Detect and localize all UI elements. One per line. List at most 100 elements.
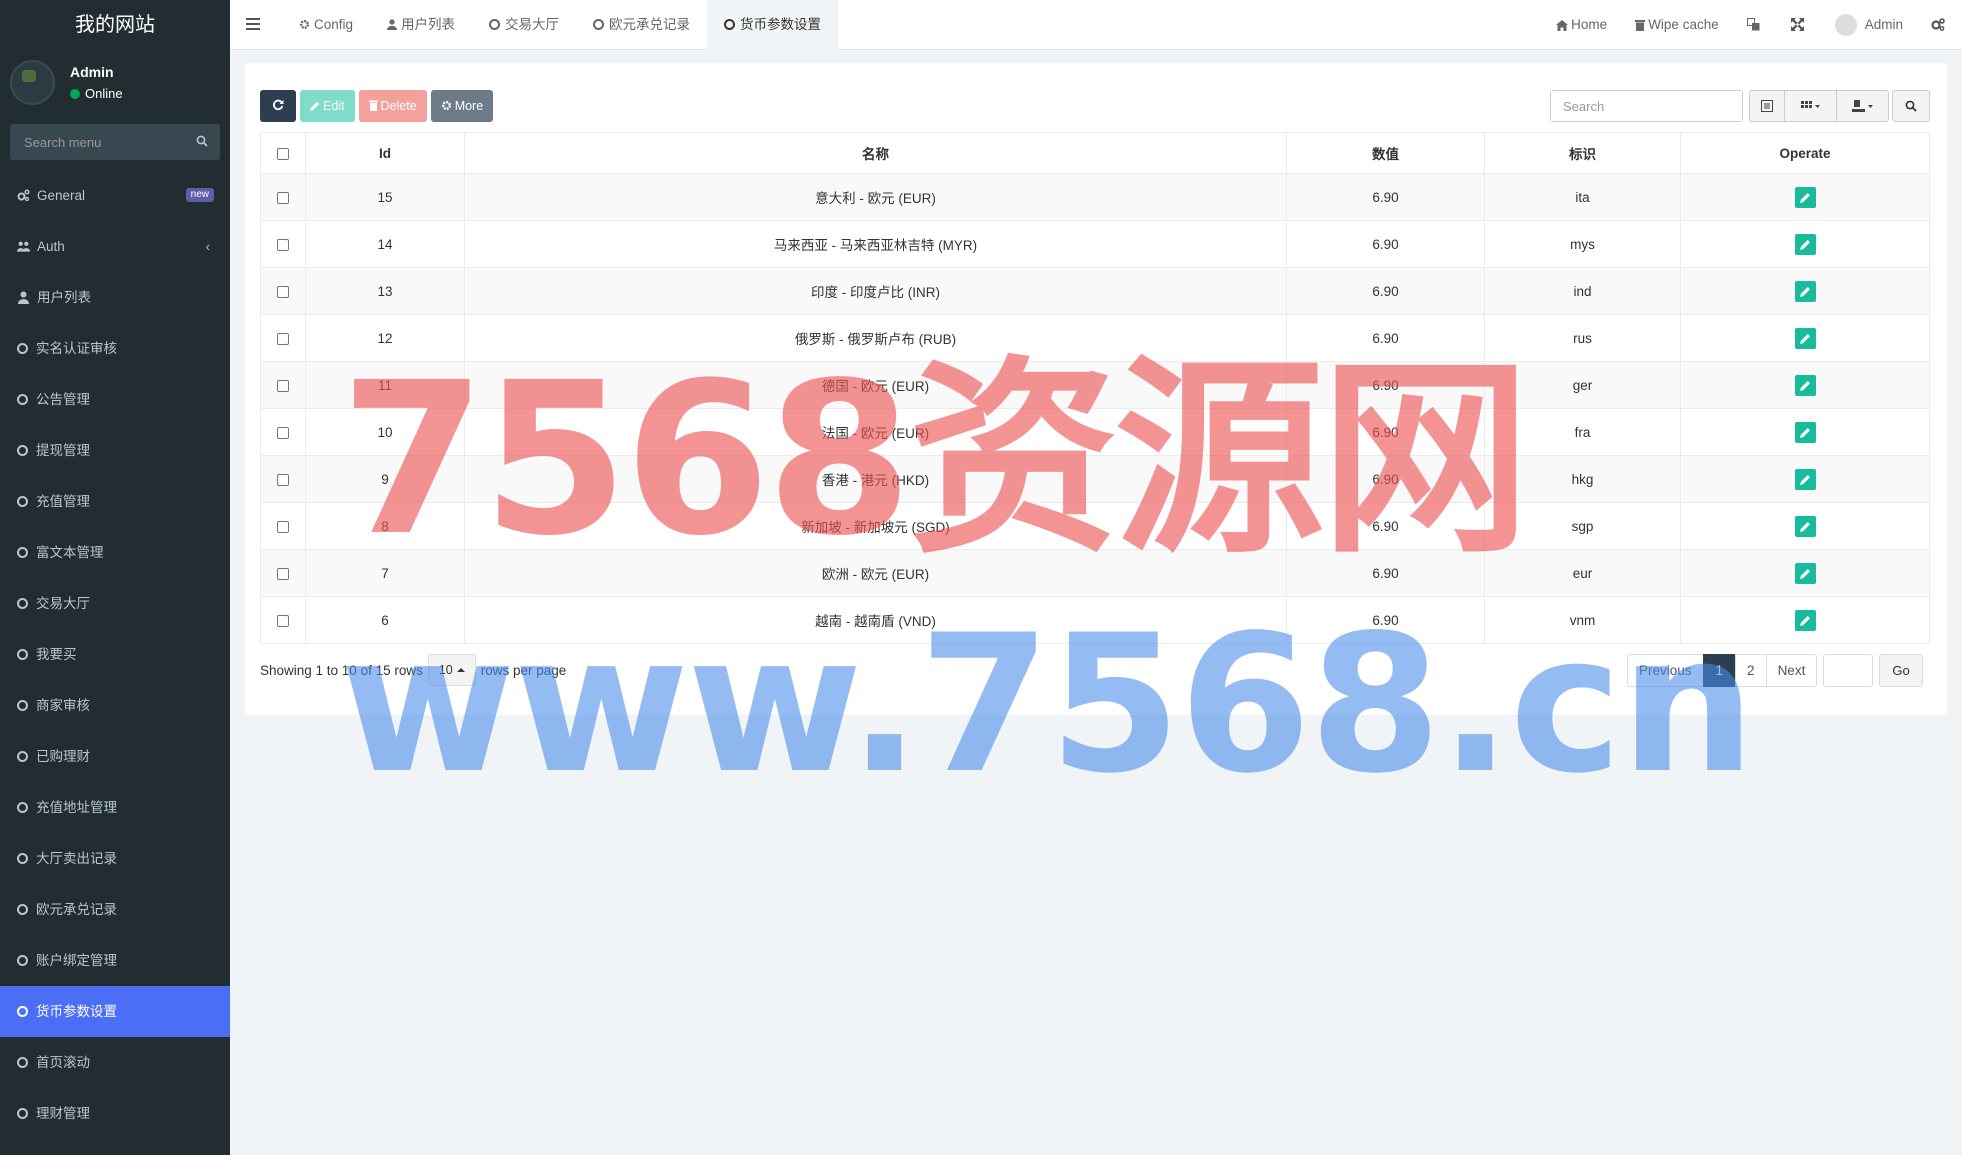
tab-3[interactable]: 交易大厅 bbox=[472, 0, 576, 50]
row-edit-button[interactable] bbox=[1794, 609, 1816, 631]
row-checkbox[interactable] bbox=[277, 426, 289, 439]
row-edit-button[interactable] bbox=[1794, 468, 1816, 490]
sidebar-item-9[interactable]: 交易大厅 bbox=[0, 578, 230, 629]
delete-button[interactable]: Delete bbox=[358, 90, 427, 122]
select-all-checkbox[interactable] bbox=[277, 147, 289, 160]
row-edit-button[interactable] bbox=[1794, 515, 1816, 537]
sidebar-item-8[interactable]: 富文本管理 bbox=[0, 527, 230, 578]
table-row[interactable]: 9 香港 - 港元 (HKD) 6.90 hkg bbox=[260, 455, 1930, 503]
columns-button[interactable] bbox=[1784, 90, 1837, 122]
row-checkbox[interactable] bbox=[277, 520, 289, 533]
table-row[interactable]: 14 马来西亚 - 马来西亚林吉特 (MYR) 6.90 mys bbox=[260, 220, 1930, 268]
row-checkbox[interactable] bbox=[277, 614, 289, 627]
sidebar-item-3[interactable]: 用户列表 bbox=[0, 272, 230, 323]
circle-icon bbox=[724, 19, 736, 30]
pencil-icon bbox=[310, 101, 320, 111]
tab-5[interactable]: 货币参数设置 bbox=[707, 0, 839, 50]
sidebar-item-2[interactable]: Auth ‹ bbox=[0, 221, 230, 272]
row-checkbox[interactable] bbox=[277, 473, 289, 486]
table-row[interactable]: 15 意大利 - 欧元 (EUR) 6.90 ita bbox=[260, 173, 1930, 221]
tab-4[interactable]: 欧元承兑记录 bbox=[576, 0, 707, 50]
goto-page-button[interactable]: Go bbox=[1879, 654, 1923, 687]
sidebar-item-5[interactable]: 公告管理 bbox=[0, 374, 230, 425]
row-checkbox[interactable] bbox=[277, 285, 289, 298]
row-select-cell bbox=[260, 361, 306, 409]
table-row[interactable]: 12 俄罗斯 - 俄罗斯卢布 (RUB) 6.90 rus bbox=[260, 314, 1930, 362]
toggle-view-button[interactable] bbox=[1749, 90, 1785, 122]
edit-button[interactable]: Edit bbox=[300, 90, 355, 122]
sidebar-item-13[interactable]: 充值地址管理 bbox=[0, 782, 230, 833]
table-search-input[interactable] bbox=[1551, 91, 1742, 121]
row-edit-button[interactable] bbox=[1794, 374, 1816, 396]
sidebar-item-18[interactable]: 首页滚动 bbox=[0, 1037, 230, 1088]
sidebar-item-label: 首页滚动 bbox=[36, 1055, 90, 1070]
col-id[interactable]: Id bbox=[305, 132, 465, 174]
table-row[interactable]: 8 新加坡 - 新加坡元 (SGD) 6.90 sgp bbox=[260, 502, 1930, 550]
row-edit-button[interactable] bbox=[1794, 327, 1816, 349]
sidebar-search bbox=[10, 124, 220, 160]
goto-page-input[interactable] bbox=[1823, 654, 1874, 687]
row-edit-button[interactable] bbox=[1794, 562, 1816, 584]
col-value[interactable]: 数值 bbox=[1286, 132, 1485, 174]
table-row[interactable]: 6 越南 - 越南盾 (VND) 6.90 vnm bbox=[260, 596, 1930, 644]
settings-button[interactable] bbox=[1917, 0, 1962, 50]
col-name[interactable]: 名称 bbox=[464, 132, 1287, 174]
sidebar-item-label: Auth bbox=[37, 239, 65, 254]
row-edit-button[interactable] bbox=[1794, 233, 1816, 255]
sidebar-item-16[interactable]: 账户绑定管理 bbox=[0, 935, 230, 986]
refresh-button[interactable] bbox=[260, 90, 296, 122]
advanced-search-button[interactable] bbox=[1892, 90, 1930, 122]
previous-page-button[interactable]: Previous bbox=[1627, 654, 1704, 687]
cell-name: 印度 - 印度卢比 (INR) bbox=[464, 267, 1287, 315]
sidebar-item-7[interactable]: 充值管理 bbox=[0, 476, 230, 527]
cell-value: 6.90 bbox=[1286, 314, 1485, 362]
next-page-button[interactable]: Next bbox=[1765, 654, 1818, 687]
table-row[interactable]: 13 印度 - 印度卢比 (INR) 6.90 ind bbox=[260, 267, 1930, 315]
sidebar-item-6[interactable]: 提现管理 bbox=[0, 425, 230, 476]
cell-value: 6.90 bbox=[1286, 408, 1485, 456]
sidebar-item-label: 提现管理 bbox=[36, 443, 90, 458]
row-edit-button[interactable] bbox=[1794, 421, 1816, 443]
row-checkbox[interactable] bbox=[277, 379, 289, 392]
circle-icon bbox=[17, 1057, 28, 1068]
sidebar-item-11[interactable]: 商家审核 bbox=[0, 680, 230, 731]
sidebar-item-4[interactable]: 实名认证审核 bbox=[0, 323, 230, 374]
row-checkbox[interactable] bbox=[277, 191, 289, 204]
sidebar-item-12[interactable]: 已购理财 bbox=[0, 731, 230, 782]
menu-toggle-icon[interactable] bbox=[246, 18, 260, 30]
showing-text: Showing 1 to 10 of 15 rows bbox=[260, 662, 423, 678]
site-logo[interactable]: 我的网站 bbox=[0, 0, 230, 50]
sidebar-item-19[interactable]: 理财管理 bbox=[0, 1088, 230, 1139]
row-checkbox[interactable] bbox=[277, 567, 289, 580]
page-2-button[interactable]: 2 bbox=[1735, 654, 1767, 687]
row-checkbox[interactable] bbox=[277, 332, 289, 345]
col-code[interactable]: 标识 bbox=[1484, 132, 1681, 174]
wipe-cache-button[interactable]: Wipe cache bbox=[1621, 0, 1733, 50]
page-size-select[interactable]: 10 bbox=[427, 654, 476, 686]
admin-menu[interactable]: Admin bbox=[1821, 0, 1917, 50]
row-checkbox[interactable] bbox=[277, 238, 289, 251]
row-edit-button[interactable] bbox=[1794, 280, 1816, 302]
sidebar-item-15[interactable]: 欧元承兑记录 bbox=[0, 884, 230, 935]
sidebar-item-1[interactable]: General new bbox=[0, 170, 230, 221]
nav-tabs: Config 用户列表 交易大厅 欧元承兑记录 货币参数设置 bbox=[282, 0, 839, 50]
tab-2[interactable]: 用户列表 bbox=[370, 0, 472, 50]
export-button[interactable] bbox=[1836, 90, 1889, 122]
grid-icon bbox=[1800, 101, 1820, 108]
sidebar-item-14[interactable]: 大厅卖出记录 bbox=[0, 833, 230, 884]
row-edit-button[interactable] bbox=[1794, 186, 1816, 208]
table-row[interactable]: 10 法国 - 欧元 (EUR) 6.90 fra bbox=[260, 408, 1930, 456]
menu-search-input[interactable] bbox=[10, 124, 220, 160]
page-1-button[interactable]: 1 bbox=[1702, 654, 1737, 687]
tab-1[interactable]: Config bbox=[282, 0, 370, 50]
online-dot-icon bbox=[70, 89, 80, 99]
sidebar-item-17[interactable]: 货币参数设置 bbox=[0, 986, 230, 1037]
home-link[interactable]: Home bbox=[1542, 0, 1621, 50]
search-icon[interactable] bbox=[196, 135, 208, 147]
more-button[interactable]: More bbox=[430, 90, 494, 122]
fullscreen-button[interactable] bbox=[1777, 0, 1821, 50]
table-row[interactable]: 7 欧洲 - 欧元 (EUR) 6.90 eur bbox=[260, 549, 1930, 597]
sidebar-item-10[interactable]: 我要买 bbox=[0, 629, 230, 680]
table-row[interactable]: 11 德国 - 欧元 (EUR) 6.90 ger bbox=[260, 361, 1930, 409]
language-button[interactable] bbox=[1733, 0, 1777, 50]
